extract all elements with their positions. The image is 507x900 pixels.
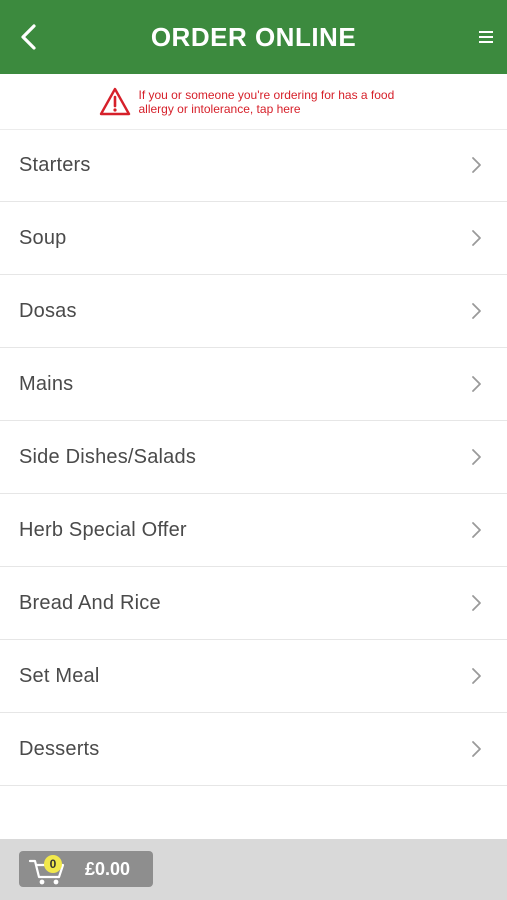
order-online-screen: ORDER ONLINE If you or someone you're or…: [0, 0, 507, 900]
menu-category-dosas[interactable]: Dosas: [0, 275, 507, 348]
menu-line: [479, 41, 493, 43]
menu-category-label: Soup: [19, 226, 67, 249]
menu-category-label: Set Meal: [19, 664, 100, 687]
shopping-cart-icon: 0: [25, 851, 71, 887]
chevron-right-icon: [469, 229, 483, 247]
menu-category-soup[interactable]: Soup: [0, 202, 507, 275]
chevron-right-icon: [469, 740, 483, 758]
hamburger-menu-button[interactable]: [479, 26, 497, 48]
chevron-right-icon: [469, 448, 483, 466]
chevron-right-icon: [469, 156, 483, 174]
warning-triangle-icon: [99, 87, 131, 117]
menu-category-desserts[interactable]: Desserts: [0, 713, 507, 786]
cart-total: £0.00: [85, 858, 131, 879]
allergy-notice[interactable]: If you or someone you're ordering for ha…: [0, 74, 507, 130]
menu-category-starters[interactable]: Starters: [0, 129, 507, 202]
chevron-right-icon: [469, 302, 483, 320]
bottom-bar: 0 £0.00: [0, 839, 507, 900]
chevron-right-icon: [469, 594, 483, 612]
menu-category-label: Desserts: [19, 737, 100, 760]
menu-category-label: Dosas: [19, 299, 77, 322]
menu-category-list: Starters Soup Dosas Mains Side Dishes/Sa…: [0, 129, 507, 786]
menu-category-label: Starters: [19, 153, 91, 176]
menu-category-label: Herb Special Offer: [19, 518, 187, 541]
cart-button[interactable]: 0 £0.00: [19, 851, 153, 887]
cart-count-badge: 0: [44, 855, 62, 873]
menu-category-herb-special-offer[interactable]: Herb Special Offer: [0, 494, 507, 567]
menu-category-label: Bread And Rice: [19, 591, 161, 614]
menu-category-label: Mains: [19, 372, 74, 395]
allergy-notice-text: If you or someone you're ordering for ha…: [138, 87, 395, 116]
chevron-right-icon: [469, 521, 483, 539]
menu-category-side-dishes-salads[interactable]: Side Dishes/Salads: [0, 421, 507, 494]
menu-line: [479, 36, 493, 38]
menu-category-label: Side Dishes/Salads: [19, 445, 197, 468]
chevron-right-icon: [469, 667, 483, 685]
menu-category-mains[interactable]: Mains: [0, 348, 507, 421]
menu-category-bread-and-rice[interactable]: Bread And Rice: [0, 567, 507, 640]
menu-category-set-meal[interactable]: Set Meal: [0, 640, 507, 713]
top-bar: ORDER ONLINE: [0, 0, 507, 74]
chevron-right-icon: [469, 375, 483, 393]
page-title: ORDER ONLINE: [150, 22, 357, 52]
menu-line: [479, 31, 493, 33]
